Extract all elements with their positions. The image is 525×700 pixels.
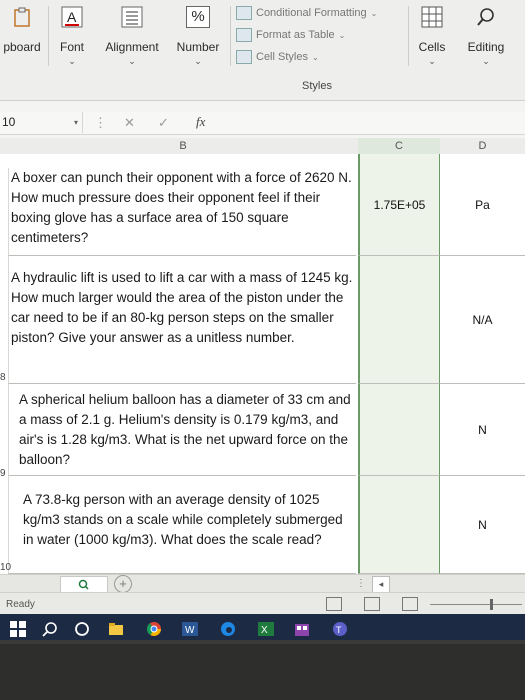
cell-answer[interactable] (358, 256, 440, 384)
more-icon: ⋮ (94, 115, 107, 130)
row-header[interactable]: 8 (0, 372, 6, 383)
svg-text:A: A (67, 9, 77, 25)
chevron-down-icon: ⌄ (68, 56, 76, 66)
formula-bar: 10 ▾ ⋮ ✕ ✓ fx (0, 112, 525, 135)
column-header-b[interactable]: B (8, 138, 359, 154)
paste-icon (0, 4, 44, 30)
ribbon-separator (408, 6, 409, 66)
cell-unit[interactable]: Pa (440, 154, 525, 256)
editing-label: Editing (467, 40, 505, 54)
svg-text:X: X (261, 625, 268, 636)
alignment-group[interactable]: Alignment ⌄ (104, 4, 160, 67)
word-icon[interactable]: W (182, 621, 198, 637)
excel-window: pboard A Font ⌄ Alignment ⌄ % Number ⌄ C… (0, 0, 525, 640)
cells-label: Cells (418, 40, 446, 54)
styles-group-label: Styles (302, 80, 332, 92)
cell-unit[interactable]: N/A (440, 256, 525, 384)
chevron-down-icon: ⌄ (482, 56, 490, 66)
file-explorer-icon[interactable] (108, 621, 124, 637)
svg-text:T: T (336, 625, 342, 635)
cell-question[interactable]: A spherical helium balloon has a diamete… (8, 384, 356, 476)
cell-answer[interactable]: 1.75E+05 (358, 154, 440, 256)
percent-icon: % (172, 4, 224, 30)
enter-check-icon[interactable]: ✓ (158, 115, 169, 131)
column-header-c[interactable]: C (358, 138, 441, 154)
row-header[interactable]: 10 (0, 562, 11, 573)
cell-styles-label: Cell Styles (256, 51, 308, 63)
format-as-table-label: Format as Table (256, 29, 335, 41)
number-label: Number (176, 40, 220, 54)
monitor-bezel (0, 644, 525, 700)
search-icon[interactable] (42, 621, 58, 637)
ribbon-separator (230, 6, 231, 66)
chevron-down-icon: ⌄ (311, 52, 319, 62)
font-label: Font (59, 40, 84, 54)
cell-answer[interactable] (358, 384, 440, 476)
chrome-icon[interactable] (146, 621, 162, 637)
chevron-down-icon: ⌄ (128, 56, 136, 66)
conditional-formatting-button[interactable]: Conditional Formatting ⌄ (236, 6, 377, 20)
ribbon-separator (48, 6, 49, 66)
name-box[interactable]: 10 ▾ (0, 112, 83, 133)
scroll-left-button[interactable]: ◂ (372, 576, 390, 593)
cancel-icon[interactable]: ✕ (124, 115, 135, 131)
windows-start-icon[interactable] (10, 621, 26, 637)
add-sheet-button[interactable]: + (114, 575, 132, 593)
chevron-down-icon: ⌄ (428, 56, 436, 66)
sheet-tab-icon (78, 579, 89, 590)
spreadsheet-grid: A boxer can punch their opponent with a … (0, 154, 525, 574)
page-break-view-icon[interactable] (402, 597, 418, 611)
clipboard-group[interactable]: pboard (0, 4, 44, 54)
cell-question[interactable]: A boxer can punch their opponent with a … (8, 168, 356, 256)
number-group[interactable]: % Number ⌄ (172, 4, 224, 67)
cell-unit[interactable]: N (440, 476, 525, 574)
format-as-table-icon (236, 28, 252, 42)
chevron-down-icon: ▾ (73, 118, 78, 127)
cell-answer[interactable] (358, 476, 440, 574)
cell-question[interactable]: A 73.8-kg person with an average density… (8, 476, 356, 574)
zoom-slider[interactable] (430, 604, 522, 605)
insert-function-button[interactable]: fx (196, 114, 205, 130)
chevron-down-icon: ⌄ (194, 56, 202, 66)
row-header[interactable]: 9 (0, 468, 6, 479)
cells-group[interactable]: Cells ⌄ (414, 4, 450, 67)
chevron-down-icon: ⌄ (370, 8, 378, 18)
edge-icon[interactable] (220, 621, 236, 637)
tab-scroll-dots-icon: ⋮ (356, 578, 366, 589)
conditional-formatting-label: Conditional Formatting (256, 7, 367, 19)
store-icon[interactable] (294, 621, 310, 637)
editing-group[interactable]: Editing ⌄ (462, 4, 510, 67)
status-text: Ready (6, 599, 35, 610)
search-icon (462, 4, 510, 30)
ribbon: pboard A Font ⌄ Alignment ⌄ % Number ⌄ C… (0, 0, 525, 101)
sheet-tab[interactable] (60, 576, 108, 593)
status-bar: Ready (0, 592, 525, 615)
column-header-d[interactable]: D (440, 138, 525, 154)
task-view-icon[interactable] (74, 621, 90, 637)
sheet-tab-strip: + ⋮ ◂ (0, 574, 525, 593)
teams-icon[interactable]: T (332, 621, 348, 637)
format-as-table-button[interactable]: Format as Table ⌄ (236, 28, 345, 42)
page-layout-view-icon[interactable] (364, 597, 380, 611)
clipboard-label: pboard (3, 40, 41, 54)
cell-styles-button[interactable]: Cell Styles ⌄ (236, 50, 319, 64)
normal-view-icon[interactable] (326, 597, 342, 611)
cell-unit[interactable]: N (440, 384, 525, 476)
svg-text:W: W (185, 625, 195, 636)
conditional-formatting-icon (236, 6, 252, 20)
zoom-slider-thumb[interactable] (490, 599, 493, 610)
alignment-label: Alignment (105, 40, 159, 54)
windows-taskbar: W X T (0, 614, 525, 640)
font-icon: A (54, 4, 90, 30)
excel-icon[interactable]: X (258, 621, 274, 637)
font-group[interactable]: A Font ⌄ (54, 4, 90, 67)
cell-question[interactable]: A hydraulic lift is used to lift a car w… (8, 256, 356, 384)
cells-icon (414, 4, 450, 30)
cell-styles-icon (236, 50, 252, 64)
alignment-icon (104, 4, 160, 30)
chevron-down-icon: ⌄ (338, 30, 346, 40)
